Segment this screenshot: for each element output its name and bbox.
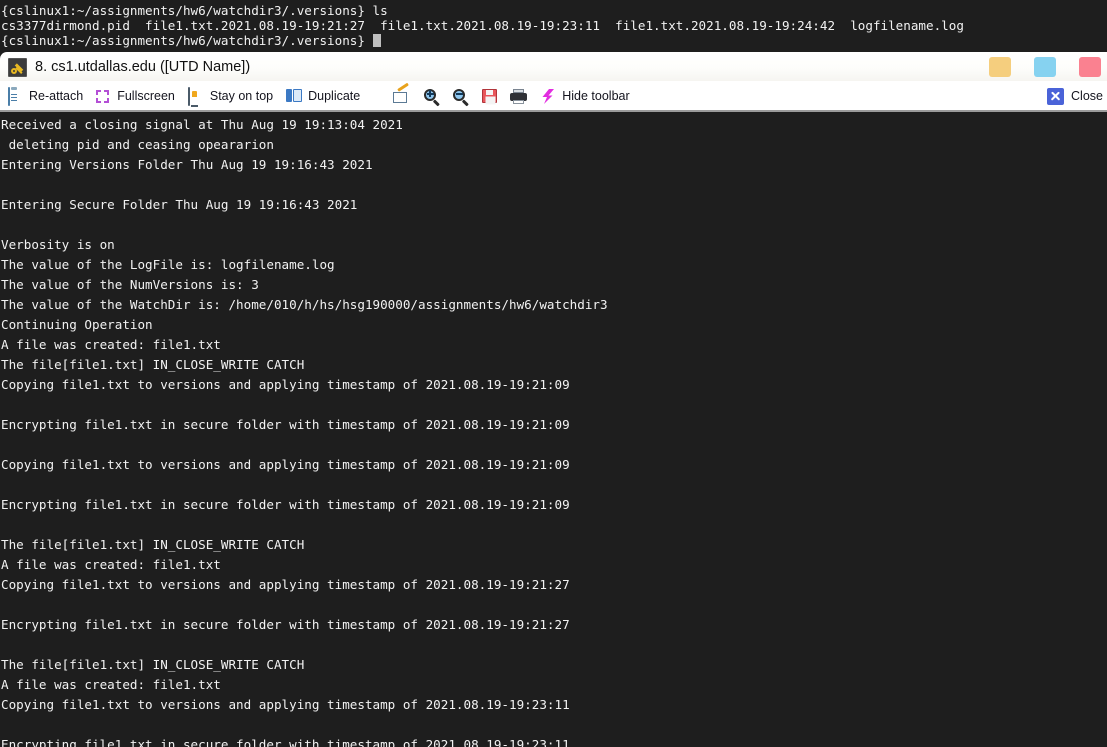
zoom-in-icon: [423, 88, 441, 106]
close-icon: [1047, 87, 1065, 105]
close-label: Close: [1071, 89, 1103, 103]
window-controls: [989, 52, 1101, 82]
terminal-line: Encrypting file1.txt in secure folder wi…: [1, 617, 570, 632]
titlebar-title-group: 8. cs1.utdallas.edu ([UTD Name]): [8, 52, 250, 82]
toolbar-item-label: Fullscreen: [117, 89, 175, 103]
fullscreen-icon: [96, 89, 111, 104]
host-terminal-line: cs3377dirmond.pid file1.txt.2021.08.19-1…: [1, 18, 964, 33]
host-cursor: [372, 34, 381, 47]
toolbar-item-re-attach[interactable]: Re-attach: [0, 82, 89, 110]
terminal-line: Verbosity is on: [1, 237, 115, 252]
terminal-line: A file was created: file1.txt: [1, 677, 221, 692]
terminal-line: The value of the NumVersions is: 3: [1, 277, 259, 292]
window-title: 8. cs1.utdallas.edu ([UTD Name]): [35, 59, 251, 75]
terminal-line: Continuing Operation: [1, 317, 153, 332]
monitor-icon: [187, 86, 204, 106]
hide-toolbar-label: Hide toolbar: [562, 89, 630, 103]
terminal-line: The file[file1.txt] IN_CLOSE_WRITE CATCH: [1, 657, 305, 672]
toolbar-item-fullscreen[interactable]: Fullscreen: [89, 82, 181, 110]
save-icon: [482, 88, 498, 104]
toolbar-item-stay-on-top[interactable]: Stay on top: [181, 82, 279, 110]
terminal-line: Encrypting file1.txt in secure folder wi…: [1, 417, 570, 432]
terminal-output[interactable]: Received a closing signal at Thu Aug 19 …: [0, 112, 1107, 747]
terminal-line: Copying file1.txt to versions and applyi…: [1, 577, 570, 592]
clipboard-icon: [6, 86, 23, 106]
toolbar-item-zoom-in[interactable]: [417, 82, 446, 110]
toolbar-item-label: Duplicate: [308, 89, 361, 103]
toolbar-item-duplicate[interactable]: Duplicate: [279, 82, 366, 110]
toolbar-item-label: Stay on top: [209, 89, 274, 103]
duplicate-icon: [286, 88, 303, 104]
toolbar-item-print[interactable]: [504, 82, 533, 110]
terminal-line: Copying file1.txt to versions and applyi…: [1, 697, 570, 712]
zoom-out-icon: [452, 88, 470, 106]
host-terminal-line: {cslinux1:~/assignments/hw6/watchdir3/.v…: [0, 33, 1107, 48]
window-close-button[interactable]: [1079, 57, 1101, 77]
toolbar-item-label: Re-attach: [29, 89, 84, 103]
host-terminal-line: {cslinux1:~/assignments/hw6/watchdir3/.v…: [1, 3, 388, 18]
terminal-line: A file was created: file1.txt: [1, 557, 221, 572]
terminal-line: The value of the LogFile is: logfilename…: [1, 257, 335, 272]
terminal-line: Entering Secure Folder Thu Aug 19 19:16:…: [1, 197, 358, 212]
toolbar-item-edit[interactable]: [386, 82, 417, 110]
maximize-button[interactable]: [1034, 57, 1056, 77]
screen: {cslinux1:~/assignments/hw6/watchdir3/.v…: [0, 0, 1107, 747]
host-terminal[interactable]: {cslinux1:~/assignments/hw6/watchdir3/.v…: [0, 0, 1107, 52]
terminal-line: The file[file1.txt] IN_CLOSE_WRITE CATCH: [1, 357, 305, 372]
print-icon: [510, 89, 528, 104]
toolbar-item-hide-toolbar[interactable]: Hide toolbar: [533, 82, 635, 110]
terminal-line: Encrypting file1.txt in secure folder wi…: [1, 737, 570, 747]
toolbar: Re-attach Fullscreen Stay on top Duplica…: [0, 82, 1107, 112]
terminal-line: Entering Versions Folder Thu Aug 19 19:1…: [1, 157, 373, 172]
lightning-icon: [539, 88, 556, 105]
toolbar-close-button[interactable]: Close: [1047, 87, 1107, 105]
host-prompt: {cslinux1:~/assignments/hw6/watchdir3/.v…: [1, 33, 373, 48]
terminal-line: Copying file1.txt to versions and applyi…: [1, 457, 570, 472]
terminal-lines: Received a closing signal at Thu Aug 19 …: [0, 115, 1107, 747]
terminal-line: Copying file1.txt to versions and applyi…: [1, 377, 570, 392]
minimize-button[interactable]: [989, 57, 1011, 77]
terminal-line: Received a closing signal at Thu Aug 19 …: [1, 117, 403, 132]
window-titlebar[interactable]: 8. cs1.utdallas.edu ([UTD Name]): [0, 52, 1107, 82]
key-icon: [8, 57, 27, 77]
terminal-line: Encrypting file1.txt in secure folder wi…: [1, 497, 570, 512]
edit-icon: [393, 88, 411, 104]
terminal-line: A file was created: file1.txt: [1, 337, 221, 352]
terminal-line: The file[file1.txt] IN_CLOSE_WRITE CATCH: [1, 537, 305, 552]
terminal-line: The value of the WatchDir is: /home/010/…: [1, 297, 608, 312]
toolbar-item-zoom-out[interactable]: [446, 82, 475, 110]
terminal-line: deleting pid and ceasing opeararion: [1, 137, 274, 152]
toolbar-item-save[interactable]: [475, 82, 504, 110]
